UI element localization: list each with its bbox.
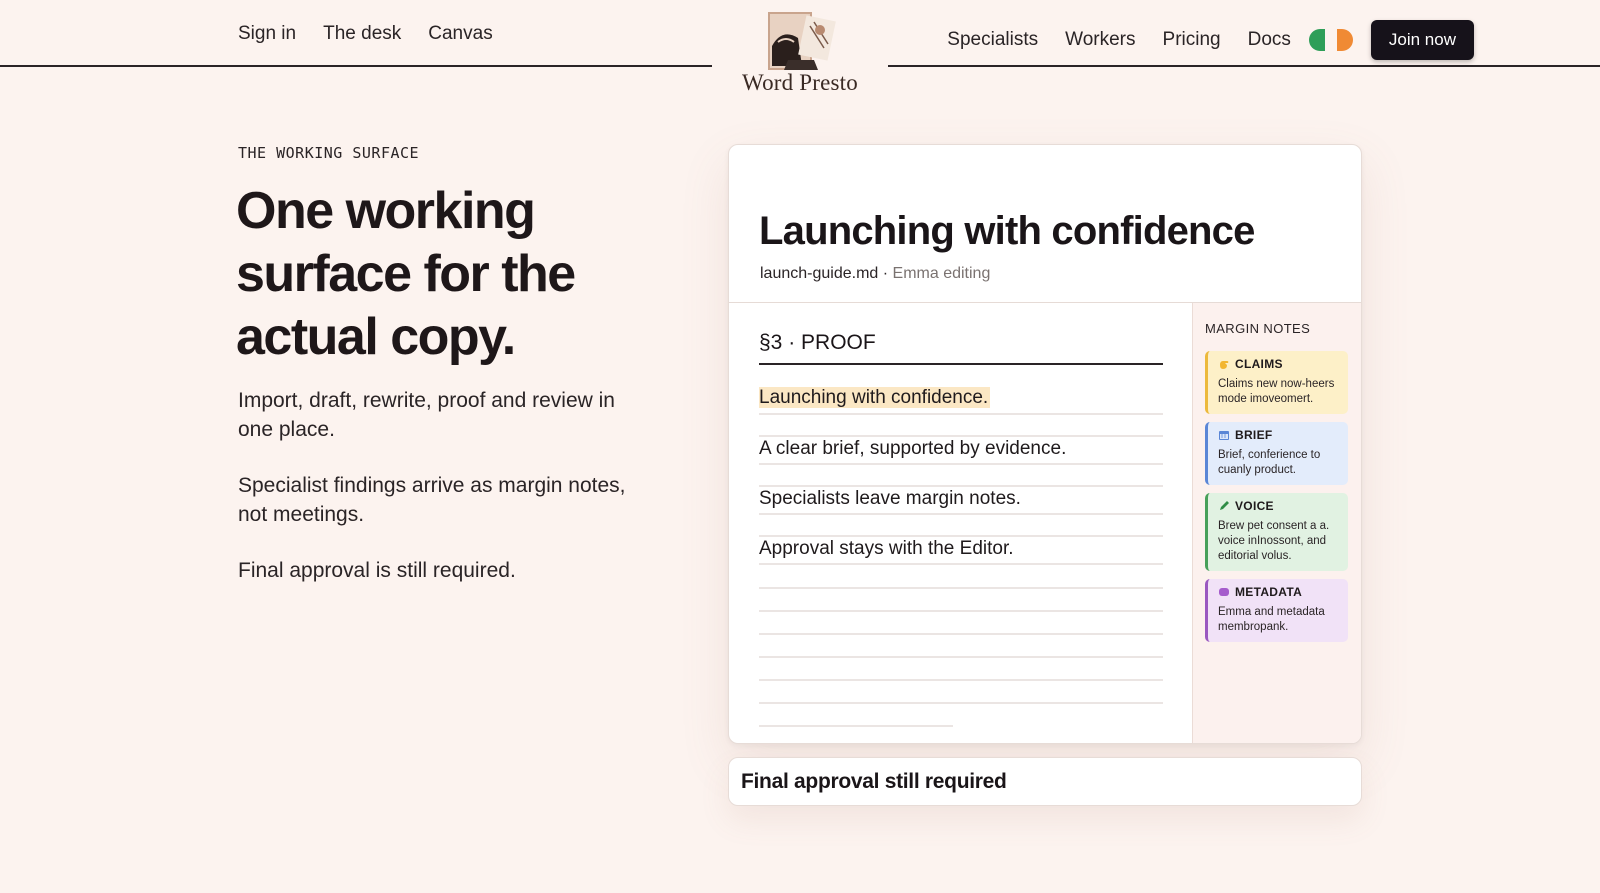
highlighted-sentence: Launching with confidence. [759,387,991,408]
document-meta: launch-guide.md · Emma editing [760,265,990,283]
hand-icon [1220,361,1229,369]
rule-line [759,413,1163,415]
rule-line [759,656,1163,658]
editor-preview-card: Launching with confidence launch-guide.m… [728,144,1362,744]
rule-line [759,587,1163,589]
note-title: VOICE [1218,499,1340,513]
note-body: Emma and metadata membropank. [1218,606,1325,633]
note-title-text: BRIEF [1235,428,1273,442]
nav-the-desk[interactable]: The desk [323,20,401,48]
brand-name: Word Presto [742,70,858,95]
logo-illustration-icon [768,12,836,70]
hero-paragraph-import: Import, draft, rewrite, proof and review… [238,389,615,441]
theme-toggle[interactable] [1308,29,1353,51]
tag-icon [1219,588,1229,596]
section-heading: §3 · PROOF [759,331,1163,365]
primary-nav-left: Sign in The desk Canvas [238,20,520,48]
note-body: Brief, conferience to cuanly product. [1218,449,1321,476]
doc-line-1[interactable]: Launching with confidence. [759,385,991,411]
note-title-text: METADATA [1235,585,1303,599]
hero-headline: One working surface for the actual copy. [236,182,576,366]
note-title: BRIEF [1218,428,1340,442]
nav-sign-in[interactable]: Sign in [238,20,296,48]
document-filename: launch-guide.md [760,265,879,282]
note-body: Brew pet consent a a. voice inInossont, … [1218,520,1330,562]
calendar-icon [1219,431,1229,440]
final-approval-banner: Final approval still required [728,757,1362,806]
hero-eyebrow: THE WORKING SURFACE [238,144,420,162]
primary-nav-right: Specialists Workers Pricing Docs Join no… [920,20,1474,60]
nav-workers[interactable]: Workers [1065,26,1135,54]
rule-line [759,610,1163,612]
join-now-button[interactable]: Join now [1370,20,1474,60]
rule-line [759,563,1163,565]
margin-note-claims[interactable]: CLAIMS Claims new now-heers mode imoveom… [1205,351,1348,414]
brand-logo[interactable]: Word Presto [728,8,872,96]
nav-canvas[interactable]: Canvas [428,20,492,48]
margin-notes-heading: MARGIN NOTES [1205,321,1311,336]
note-title: METADATA [1218,585,1340,599]
nav-pricing[interactable]: Pricing [1163,26,1221,54]
rule-line [759,702,1163,704]
pencil-icon [1220,501,1229,510]
header-rule-left [0,65,712,67]
note-title: CLAIMS [1218,357,1340,371]
rule-line [759,633,1163,635]
note-title-text: VOICE [1235,499,1274,513]
hero-paragraph-approval: Final approval is still required. [238,559,516,582]
meta-separator: · [878,265,893,282]
theme-orange-half-icon [1336,29,1353,51]
rule-line [759,513,1163,515]
rule-line [759,725,953,727]
hero-paragraph-specialists: Specialist findings arrive as margin not… [238,474,626,526]
doc-line-2[interactable]: A clear brief, supported by evidence. [759,436,1066,462]
nav-specialists[interactable]: Specialists [947,26,1038,54]
header-rule-right [888,65,1600,67]
document-body: §3 · PROOF Launching with confidence. A … [759,303,1163,743]
nav-docs[interactable]: Docs [1248,26,1291,54]
theme-green-half-icon [1308,29,1325,51]
document-title: Launching with confidence [759,209,1255,253]
note-body: Claims new now-heers mode imoveomert. [1218,378,1335,405]
margin-note-voice[interactable]: VOICE Brew pet consent a a. voice inInos… [1205,493,1348,571]
editing-status: Emma editing [892,265,991,282]
note-title-text: CLAIMS [1235,357,1283,371]
margin-notes-panel: MARGIN NOTES CLAIMS Claims new now-heers… [1192,303,1361,743]
margin-note-brief[interactable]: BRIEF Brief, conferience to cuanly produ… [1205,422,1348,485]
rule-line [759,679,1163,681]
doc-line-4[interactable]: Approval stays with the Editor. [759,536,1014,562]
margin-note-metadata[interactable]: METADATA Emma and metadata membropank. [1205,579,1348,642]
rule-line [759,463,1163,465]
doc-line-3[interactable]: Specialists leave margin notes. [759,486,1021,512]
